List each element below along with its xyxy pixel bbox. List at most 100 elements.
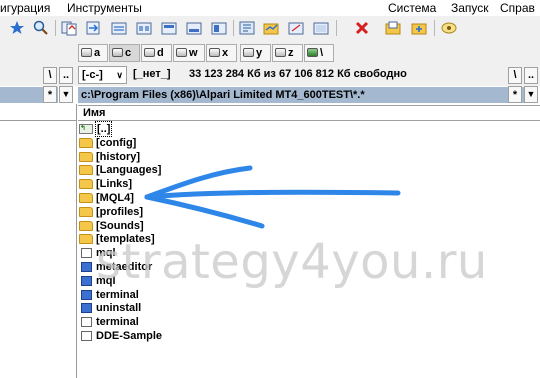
toolbar-separator (336, 20, 337, 36)
column-header-name[interactable]: Имя (78, 105, 540, 121)
drive-label: c (125, 47, 132, 59)
menu-run[interactable]: Запуск (451, 1, 489, 15)
drive-icon (275, 48, 286, 57)
file-row[interactable]: [history] (78, 150, 540, 164)
file-name: [..] (94, 121, 113, 137)
drive-icon (243, 48, 254, 57)
delete-icon[interactable] (353, 19, 371, 37)
menu-configuration[interactable]: игурация (0, 1, 50, 15)
drive-button-c[interactable]: c (109, 44, 140, 62)
drive-select-value: [-c-] (82, 69, 103, 81)
file-row[interactable]: terminal (78, 315, 540, 329)
right-dropdown-button[interactable]: ▼ (524, 86, 538, 103)
watermark: strategy4you.ru (96, 234, 488, 290)
left-history-button[interactable]: * (43, 86, 57, 103)
drive-label: \ (320, 47, 324, 59)
folder-icon (79, 151, 93, 162)
file-name: terminal (96, 316, 139, 329)
folder-icon[interactable] (185, 19, 203, 37)
menu-tools[interactable]: Инструменты (67, 1, 142, 15)
triangle-down-icon: ▼ (61, 89, 71, 99)
file-row[interactable]: [Languages] (78, 163, 540, 177)
toolbar (0, 16, 540, 43)
folder-icon (79, 220, 93, 231)
drive-label: y (256, 47, 263, 59)
folder-icon[interactable] (312, 19, 330, 37)
application-icon (81, 303, 92, 314)
left-dropdown-button[interactable]: ▼ (59, 86, 73, 103)
application-icon (81, 289, 92, 300)
application-icon (81, 261, 92, 272)
drive-button-x[interactable]: x (206, 44, 237, 62)
file-row[interactable]: DDE-Sample (78, 329, 540, 343)
drive-button-z[interactable]: z (272, 44, 303, 62)
file-row[interactable]: [Sounds] (78, 219, 540, 233)
left-panel[interactable] (0, 104, 77, 378)
drive-label: z (288, 47, 294, 59)
file-row[interactable]: [Links] (78, 177, 540, 191)
menu-help[interactable]: Справ (500, 1, 535, 15)
chevron-down-icon: ∨ (116, 70, 123, 80)
document-icon (81, 317, 92, 328)
drive-label: a (94, 47, 101, 59)
drive-button-w[interactable]: w (173, 44, 205, 62)
file-name: [Languages] (96, 164, 162, 177)
file-row[interactable]: [profiles] (78, 205, 540, 219)
file-list: ↰ [..] [config] [history] [Languages] [Links]… (78, 121, 540, 343)
file-name: [Sounds] (96, 219, 144, 232)
left-up-button[interactable]: .. (59, 67, 73, 84)
folder-icon[interactable] (160, 19, 178, 37)
folder-icon[interactable] (135, 19, 153, 37)
application-icon (81, 275, 92, 286)
folder-icon[interactable] (410, 19, 428, 37)
file-row[interactable]: [config] (78, 136, 540, 150)
file-name: [Links] (96, 178, 133, 191)
file-name: [config] (96, 136, 137, 149)
toolbar-separator (55, 20, 56, 36)
document-icon (81, 248, 92, 259)
file-row[interactable]: [MQL4] (78, 191, 540, 205)
folder-icon (79, 179, 93, 190)
folder-icon[interactable] (262, 19, 280, 37)
left-root-button[interactable]: \ (43, 67, 57, 84)
left-panel-divider (0, 120, 76, 121)
drive-button-network[interactable]: \ (304, 44, 334, 62)
volume-label: [_нет_] (133, 68, 171, 80)
right-history-button[interactable]: * (508, 86, 522, 103)
drive-button-a[interactable]: a (78, 44, 108, 62)
current-path[interactable]: c:\Program Files (x86)\Alpari Limited MT… (78, 87, 524, 103)
drive-bar: a c d w x y z \ (0, 42, 540, 64)
drive-select[interactable]: [-c-] ∨ (78, 66, 127, 84)
file-row[interactable]: uninstall (78, 301, 540, 315)
folder-icon[interactable] (210, 19, 228, 37)
move-icon[interactable] (84, 19, 102, 37)
view-icon[interactable] (440, 19, 458, 37)
file-row[interactable]: ↰ [..] (78, 121, 540, 137)
folder-icon (79, 234, 93, 245)
drive-label: w (189, 47, 198, 59)
folder-icon[interactable] (110, 19, 128, 37)
file-name: [profiles] (96, 205, 144, 218)
drive-button-d[interactable]: d (141, 44, 172, 62)
document-icon (81, 330, 92, 341)
toolbar-separator (233, 20, 234, 36)
drive-icon (144, 48, 155, 57)
right-up-button[interactable]: .. (524, 67, 538, 84)
file-name: [MQL4] (96, 191, 134, 204)
parent-folder-icon: ↰ (79, 124, 93, 134)
network-icon (307, 48, 318, 57)
drive-icon (112, 48, 123, 57)
folder-icon[interactable] (287, 19, 305, 37)
menu-system[interactable]: Система (388, 1, 436, 15)
search-icon[interactable] (32, 19, 50, 37)
folder-icon[interactable] (384, 19, 402, 37)
tools-icon[interactable] (238, 19, 256, 37)
copy-icon[interactable] (60, 19, 78, 37)
drive-button-y[interactable]: y (240, 44, 271, 62)
file-name: DDE-Sample (96, 329, 163, 342)
star-icon[interactable] (8, 19, 26, 37)
right-root-button[interactable]: \ (508, 67, 522, 84)
file-name: uninstall (96, 302, 142, 315)
drive-info-row: \ .. [-c-] ∨ [_нет_] 33 123 284 Кб из 67… (0, 64, 540, 86)
folder-icon (79, 165, 93, 176)
